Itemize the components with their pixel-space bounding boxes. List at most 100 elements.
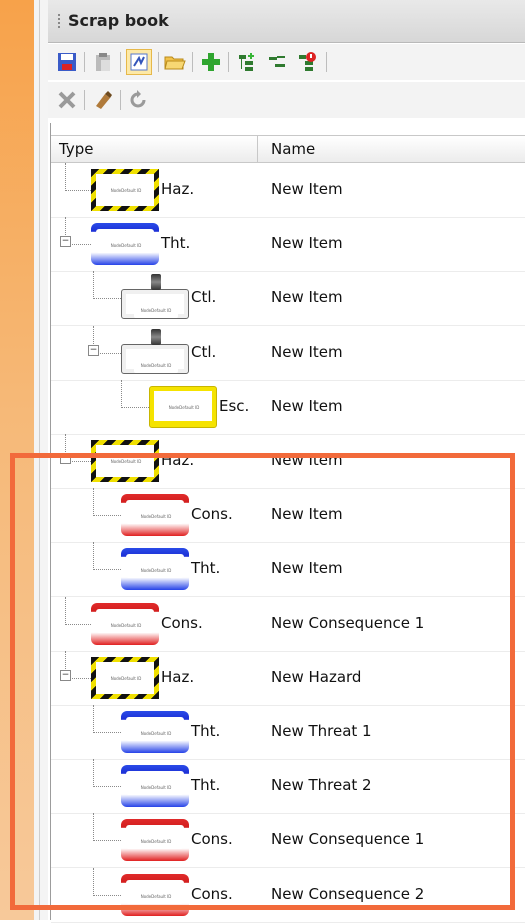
- tree-expander-icon[interactable]: −: [60, 453, 71, 464]
- row-name-label[interactable]: New Consequence 1: [271, 614, 424, 632]
- tree-row[interactable]: NodeDefault ID Haz. New Item: [51, 163, 525, 218]
- toolbar-primary: [48, 44, 525, 80]
- panel-edge: [34, 0, 49, 920]
- indent-button[interactable]: [264, 49, 290, 75]
- auto-layout-button[interactable]: [126, 49, 152, 75]
- panel-title: Scrap book: [68, 11, 169, 30]
- hazard-node-thumbnail: NodeDefault ID: [91, 440, 159, 482]
- tree-row[interactable]: NodeDefault ID Esc. New Item: [51, 379, 525, 435]
- tree-row[interactable]: NodeDefault ID Cons. New Consequence 2: [51, 867, 525, 923]
- row-type-label: Cons.: [161, 613, 203, 632]
- toolbar-secondary: [48, 82, 525, 118]
- undo-button[interactable]: [126, 87, 152, 113]
- alert-icon: [299, 52, 316, 71]
- panel-titlebar: Scrap book: [48, 0, 525, 43]
- thumbnail-caption: NodeDefault ID: [104, 618, 148, 633]
- column-header-type[interactable]: Type: [59, 140, 93, 158]
- tree-row[interactable]: NodeDefault ID Tht. New Item: [51, 542, 525, 598]
- drag-grip-icon[interactable]: [58, 14, 60, 30]
- tree-row[interactable]: NodeDefault ID Tht. New Threat 2: [51, 759, 525, 815]
- grid-header: Type Name: [51, 135, 525, 163]
- row-name-label[interactable]: New Consequence 1: [271, 830, 424, 848]
- row-name-label[interactable]: New Threat 1: [271, 722, 372, 740]
- threat-node-thumbnail: NodeDefault ID: [121, 711, 189, 753]
- control-node-thumbnail: NodeDefault ID: [121, 274, 189, 320]
- open-folder-button[interactable]: [162, 49, 188, 75]
- clear-button[interactable]: [90, 87, 116, 113]
- tree-expander-icon[interactable]: −: [60, 236, 71, 248]
- row-type-label: Ctl.: [191, 288, 217, 307]
- tree-expander-icon[interactable]: −: [88, 344, 99, 356]
- thumbnail-caption: NodeDefault ID: [134, 889, 178, 904]
- save-icon: [58, 53, 76, 71]
- hazard-node-thumbnail: NodeDefault ID: [91, 169, 159, 211]
- row-name-label[interactable]: New Item: [271, 288, 343, 306]
- threat-node-thumbnail: NodeDefault ID: [91, 223, 159, 266]
- row-name-label[interactable]: New Item: [271, 559, 343, 577]
- hazard-node-thumbnail: NodeDefault ID: [91, 656, 159, 699]
- thumbnail-caption: NodeDefault ID: [134, 304, 178, 319]
- alert-button[interactable]: [294, 49, 320, 75]
- thumbnail-caption: NodeDefault ID: [104, 671, 148, 686]
- threat-node-thumbnail: NodeDefault ID: [121, 548, 189, 591]
- threat-node-thumbnail: NodeDefault ID: [121, 765, 189, 808]
- row-name-label[interactable]: New Item: [271, 451, 343, 469]
- paste-button[interactable]: [90, 49, 116, 75]
- row-type-label: Haz.: [161, 451, 195, 469]
- thumbnail-caption: NodeDefault ID: [104, 455, 148, 469]
- tree-row[interactable]: NodeDefault ID Ctl. New Item: [51, 271, 525, 327]
- row-type-label: Tht.: [191, 776, 221, 795]
- row-type-label: Tht.: [191, 722, 221, 740]
- row-name-label[interactable]: New Item: [271, 180, 343, 198]
- row-type-label: Cons.: [191, 505, 233, 524]
- paste-icon: [96, 53, 110, 71]
- tree-row[interactable]: − NodeDefault ID Ctl. New Item: [51, 325, 525, 381]
- thumbnail-caption: NodeDefault ID: [134, 781, 178, 796]
- thumbnail-caption: NodeDefault ID: [134, 727, 178, 741]
- thumbnail-caption: NodeDefault ID: [162, 400, 206, 415]
- row-name-label[interactable]: New Item: [271, 343, 343, 361]
- row-name-label[interactable]: New Consequence 2: [271, 885, 424, 903]
- control-node-thumbnail: NodeDefault ID: [121, 328, 189, 374]
- row-name-label[interactable]: New Hazard: [271, 668, 361, 686]
- save-button[interactable]: [54, 49, 80, 75]
- escalation-node-thumbnail: NodeDefault ID: [149, 385, 217, 428]
- delete-button[interactable]: [54, 87, 80, 113]
- undo-icon: [130, 90, 146, 108]
- row-type-label: Ctl.: [191, 342, 217, 361]
- tree-expander-icon[interactable]: −: [60, 669, 71, 681]
- tree-row[interactable]: NodeDefault ID Tht. New Threat 1: [51, 705, 525, 760]
- tree-row[interactable]: NodeDefault ID Cons. New Consequence 1: [51, 813, 525, 869]
- delete-icon: [58, 91, 76, 109]
- tree-row[interactable]: NodeDefault ID Cons. New Consequence 1: [51, 596, 525, 652]
- row-name-label[interactable]: New Item: [271, 397, 343, 415]
- tree-row[interactable]: − NodeDefault ID Haz. New Item: [51, 434, 525, 489]
- row-name-label[interactable]: New Threat 2: [271, 776, 372, 794]
- add-button[interactable]: [198, 49, 224, 75]
- thumbnail-caption: NodeDefault ID: [134, 835, 178, 850]
- row-type-label: Tht.: [191, 559, 221, 578]
- add-icon: [202, 53, 220, 71]
- thumbnail-caption: NodeDefault ID: [104, 184, 148, 198]
- thumbnail-caption: NodeDefault ID: [134, 510, 178, 525]
- consequence-node-thumbnail: NodeDefault ID: [121, 873, 189, 916]
- row-name-label[interactable]: New Item: [271, 505, 343, 523]
- consequence-node-thumbnail: NodeDefault ID: [121, 494, 189, 537]
- tree-row[interactable]: NodeDefault ID Cons. New Item: [51, 488, 525, 544]
- row-type-label: Haz.: [161, 180, 195, 198]
- tree-row[interactable]: − NodeDefault ID Haz. New Hazard: [51, 650, 525, 706]
- row-type-label: Cons.: [191, 830, 233, 849]
- column-header-name[interactable]: Name: [271, 140, 315, 158]
- consequence-node-thumbnail: NodeDefault ID: [121, 819, 189, 862]
- tree-row[interactable]: − NodeDefault ID Tht. New Item: [51, 217, 525, 273]
- add-child-button[interactable]: [234, 49, 260, 75]
- thumbnail-caption: NodeDefault ID: [134, 358, 178, 373]
- open-folder-icon: [164, 56, 186, 70]
- scrapbook-tree-grid: Type Name NodeDefault ID Haz. New Item − Nod…: [50, 123, 525, 923]
- auto-layout-icon: [130, 53, 148, 71]
- row-type-label: Haz.: [161, 667, 195, 686]
- window-accent-band: [0, 0, 34, 920]
- clear-icon: [96, 91, 112, 109]
- row-type-label: Cons.: [191, 884, 233, 903]
- row-name-label[interactable]: New Item: [271, 234, 343, 252]
